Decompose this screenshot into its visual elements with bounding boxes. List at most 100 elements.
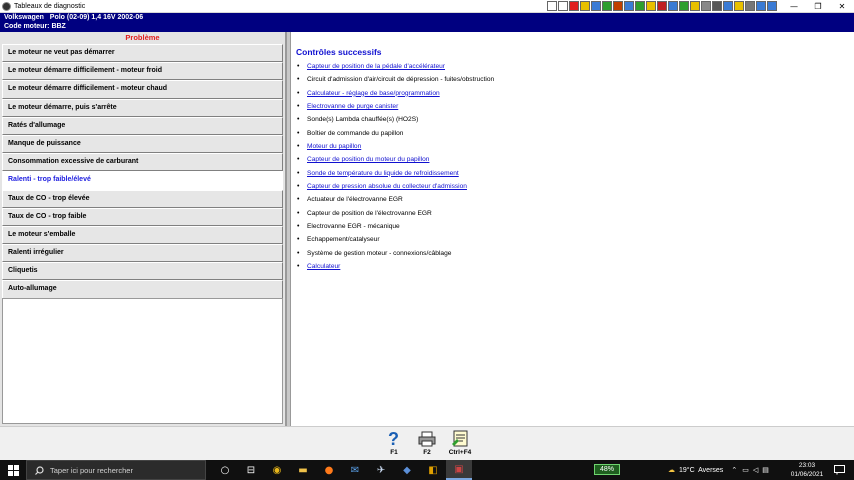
first-record-icon[interactable] <box>547 1 557 11</box>
problem-pane: Problème Le moteur ne veut pas démarrer L… <box>0 32 286 426</box>
cog-icon[interactable] <box>712 1 722 11</box>
problem-item[interactable]: Taux de CO - trop élevée <box>2 189 283 208</box>
bullet-icon: • <box>297 129 300 137</box>
check-link[interactable]: Calculateur <box>307 260 340 273</box>
app-icon-blue[interactable]: ◆ <box>394 460 420 480</box>
close-button[interactable]: ✕ <box>830 0 854 13</box>
circuit-icon[interactable] <box>734 1 744 11</box>
check-item[interactable]: • Electrovanne de purge canister <box>297 100 494 113</box>
flag-icon[interactable] <box>657 1 667 11</box>
file-explorer-icon[interactable]: ▬ <box>290 460 316 480</box>
check-link[interactable]: Capteur de pression absolue du collecteu… <box>307 180 467 193</box>
check-link[interactable]: Electrovanne de purge canister <box>307 100 398 113</box>
problem-item[interactable]: Ralenti - trop faible/élevé <box>2 171 283 190</box>
grid-icon[interactable] <box>646 1 656 11</box>
app-icon <box>2 1 11 11</box>
svg-text:?: ? <box>388 430 399 449</box>
check-item[interactable]: • Calculateur <box>297 260 494 273</box>
table-icon[interactable] <box>635 1 645 11</box>
system-tray: ☁ 19°C Averses ⌃ ▭ ◁ ▤ <box>668 460 769 480</box>
steam-icon[interactable]: ✈ <box>368 460 394 480</box>
bullet-icon: • <box>297 236 300 244</box>
database-icon[interactable] <box>591 1 601 11</box>
bullet-icon: • <box>297 143 300 151</box>
check-link[interactable]: Calculateur - réglage de base/programmat… <box>307 87 440 100</box>
bullet-icon: • <box>297 169 300 177</box>
check-text: Système de gestion moteur - connexions/c… <box>307 249 452 257</box>
task-view-icon[interactable]: ⊟ <box>238 460 264 480</box>
bullet-icon: • <box>297 196 300 204</box>
engine-code: Code moteur: BBZ <box>4 22 66 30</box>
problem-item[interactable]: Consommation excessive de carburant <box>2 153 283 172</box>
notes-key-label: Ctrl+F4 <box>448 449 472 456</box>
taskbar-search[interactable]: Taper ici pour rechercher <box>26 460 206 480</box>
print-button[interactable]: F2 <box>413 429 441 459</box>
app-icon-yellow[interactable]: ◧ <box>420 460 446 480</box>
cortana-icon[interactable]: ○ <box>212 460 238 480</box>
start-button[interactable] <box>0 460 26 480</box>
calendar-icon[interactable] <box>668 1 678 11</box>
check-link[interactable]: Capteur de position de la pédale d'accél… <box>307 60 445 73</box>
help-button[interactable]: ? F1 <box>380 429 408 459</box>
check-item[interactable]: • Sonde de température du liquide de refr… <box>297 167 494 180</box>
note-icon[interactable] <box>690 1 700 11</box>
check-item: • Echappement/catalyseur <box>297 233 494 246</box>
help-icon[interactable] <box>767 1 777 11</box>
help-key-label: F1 <box>390 449 398 456</box>
clock[interactable]: 23:03 01/06/2021 <box>788 460 826 480</box>
chrome-icon[interactable]: ◉ <box>264 460 290 480</box>
problem-item[interactable]: Ratés d'allumage <box>2 116 283 135</box>
battery-indicator[interactable]: 48% <box>594 464 620 475</box>
problem-item[interactable]: Auto-allumage <box>2 280 283 299</box>
taskbar-apps: ○ ⊟ ◉ ▬ ● ✉ ✈ ◆ ◧ ▣ <box>212 460 472 480</box>
book-icon[interactable] <box>580 1 590 11</box>
wrench-icon[interactable] <box>679 1 689 11</box>
keyboard-icon[interactable]: ▤ <box>762 466 769 474</box>
chart-icon[interactable] <box>602 1 612 11</box>
problem-item[interactable]: Le moteur démarre difficilement - moteur… <box>2 62 283 81</box>
check-item[interactable]: • Moteur du papillon <box>297 140 494 153</box>
list-icon[interactable] <box>723 1 733 11</box>
problem-item[interactable]: Le moteur s'emballe <box>2 225 283 245</box>
check-item[interactable]: • Calculateur - réglage de base/programma… <box>297 87 494 100</box>
problem-item[interactable]: Taux de CO - trop faible <box>2 207 283 226</box>
bullet-icon: • <box>297 263 300 271</box>
bullet-icon: • <box>297 223 300 231</box>
check-link[interactable]: Sonde de température du liquide de refro… <box>307 167 459 180</box>
network-icon[interactable]: ▭ <box>742 466 749 474</box>
problem-item[interactable]: Cliquetis <box>2 262 283 281</box>
warning-icon[interactable] <box>569 1 579 11</box>
function-key-bar: ? F1 F2 Ctrl+F4 <box>0 426 854 460</box>
check-link[interactable]: Moteur du papillon <box>307 140 361 153</box>
mail-icon[interactable]: ✉ <box>342 460 368 480</box>
engine-icon[interactable] <box>701 1 711 11</box>
notes-button[interactable]: Ctrl+F4 <box>444 429 476 459</box>
problem-item[interactable]: Le moteur ne veut pas démarrer <box>2 44 283 63</box>
notification-icon[interactable] <box>832 463 846 477</box>
document-icon[interactable] <box>624 1 634 11</box>
check-item[interactable]: • Capteur de position de la pédale d'accé… <box>297 60 494 73</box>
weather-text[interactable]: 19°C Averses <box>679 467 723 474</box>
problem-item[interactable]: Le moteur démarre, puis s'arrête <box>2 98 283 117</box>
bullet-icon: • <box>297 63 300 70</box>
diagnostic-app-icon[interactable]: ▣ <box>446 460 472 480</box>
tool-icon[interactable] <box>613 1 623 11</box>
previous-icon[interactable] <box>558 1 568 11</box>
check-text: Circuit d'admission d'air/circuit de dép… <box>307 76 495 84</box>
check-link[interactable]: Capteur de position du moteur du papillo… <box>307 153 429 166</box>
restore-button[interactable]: ❐ <box>806 0 830 13</box>
window-controls: — ❐ ✕ <box>782 0 854 13</box>
check-item[interactable]: • Capteur de pression absolue du collecte… <box>297 180 494 193</box>
weather-icon[interactable]: ☁ <box>668 466 675 474</box>
tray-chevron-icon[interactable]: ⌃ <box>731 466 737 474</box>
problem-item[interactable]: Manque de puissance <box>2 134 283 154</box>
check-item[interactable]: • Capteur de position du moteur du papill… <box>297 153 494 166</box>
problem-item[interactable]: Le moteur démarre difficilement - moteur… <box>2 80 283 99</box>
firefox-icon[interactable]: ● <box>316 460 342 480</box>
check-item: • Système de gestion moteur - connexions/… <box>297 247 494 260</box>
volume-icon[interactable]: ◁ <box>753 466 758 474</box>
minimize-button[interactable]: — <box>782 0 806 13</box>
settings-icon[interactable] <box>745 1 755 11</box>
problem-item[interactable]: Ralenti irrégulier <box>2 244 283 263</box>
window-icon[interactable] <box>756 1 766 11</box>
